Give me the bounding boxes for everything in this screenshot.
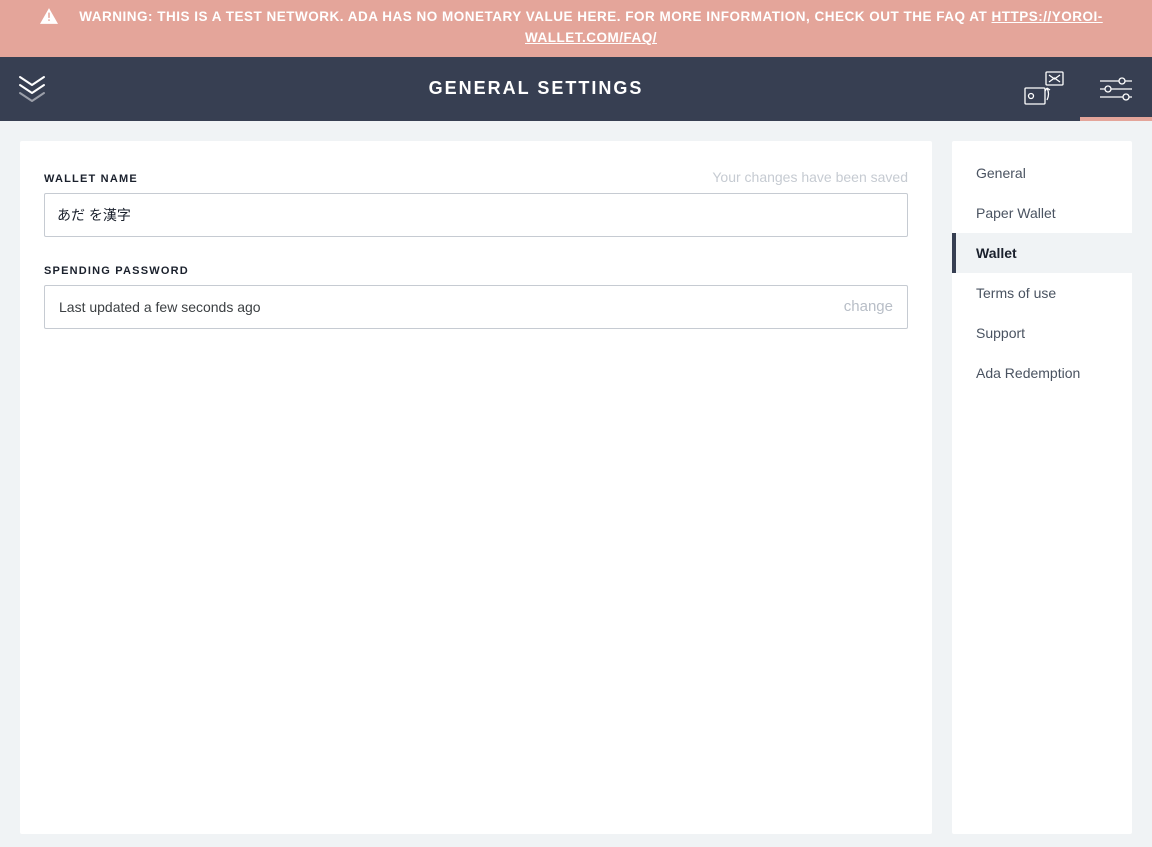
sidebar-item-label: Terms of use <box>976 285 1056 301</box>
settings-sidebar: General Paper Wallet Wallet Terms of use… <box>952 141 1132 834</box>
sidebar-item-label: Support <box>976 325 1025 341</box>
sidebar-item-wallet[interactable]: Wallet <box>952 233 1132 273</box>
wallet-name-input[interactable] <box>44 193 908 237</box>
sidebar-item-terms-of-use[interactable]: Terms of use <box>952 273 1132 313</box>
test-network-warning-banner: WARNING: THIS IS A TEST NETWORK. ADA HAS… <box>0 0 1152 57</box>
app-logo[interactable] <box>0 73 64 105</box>
settings-form-card: WALLET NAME Your changes have been saved… <box>20 141 932 834</box>
wallets-nav-button[interactable] <box>1008 57 1080 121</box>
app-header: GENERAL SETTINGS <box>0 57 1152 121</box>
spending-password-box: Last updated a few seconds ago change <box>44 285 908 329</box>
sidebar-item-general[interactable]: General <box>952 153 1132 193</box>
sidebar-item-label: Paper Wallet <box>976 205 1056 221</box>
sidebar-item-paper-wallet[interactable]: Paper Wallet <box>952 193 1132 233</box>
saved-message: Your changes have been saved <box>712 169 908 185</box>
sidebar-item-label: General <box>976 165 1026 181</box>
wallet-name-group: WALLET NAME Your changes have been saved <box>44 169 908 237</box>
page-title: GENERAL SETTINGS <box>64 78 1008 99</box>
spending-password-label: SPENDING PASSWORD <box>44 265 189 277</box>
settings-nav-button[interactable] <box>1080 57 1152 121</box>
wallet-name-label: WALLET NAME <box>44 173 138 185</box>
spending-password-status: Last updated a few seconds ago <box>59 299 261 315</box>
sidebar-item-support[interactable]: Support <box>952 313 1132 353</box>
warning-icon <box>40 8 58 31</box>
sidebar-item-label: Wallet <box>976 245 1017 261</box>
sidebar-item-label: Ada Redemption <box>976 365 1080 381</box>
spending-password-group: SPENDING PASSWORD Last updated a few sec… <box>44 265 908 329</box>
warning-prefix: WARNING: THIS IS A TEST NETWORK. ADA HAS… <box>79 9 991 24</box>
sidebar-item-ada-redemption[interactable]: Ada Redemption <box>952 353 1132 393</box>
change-password-link[interactable]: change <box>844 298 893 315</box>
warning-text: WARNING: THIS IS A TEST NETWORK. ADA HAS… <box>70 7 1112 49</box>
